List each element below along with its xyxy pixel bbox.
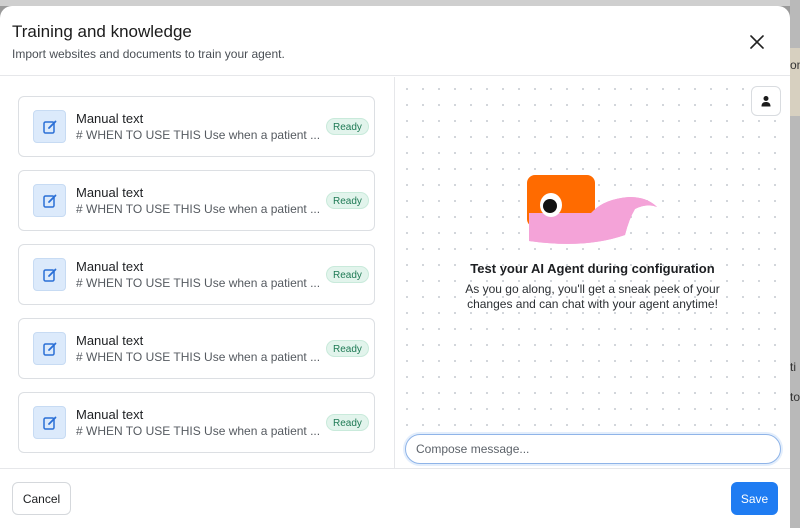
card-title: Manual text: [76, 111, 144, 126]
card-title: Manual text: [76, 333, 144, 348]
edit-icon: [33, 406, 66, 439]
background-text-fragment: ti: [790, 360, 796, 374]
card-description: # WHEN TO USE THIS Use when a patient ..…: [76, 424, 321, 438]
modal-title: Training and knowledge: [12, 22, 192, 41]
knowledge-source-card[interactable]: Manual text # WHEN TO USE THIS Use when …: [18, 96, 375, 157]
knowledge-source-card[interactable]: Manual text # WHEN TO USE THIS Use when …: [18, 392, 375, 453]
card-title: Manual text: [76, 185, 144, 200]
modal-footer: Cancel Save: [0, 468, 790, 528]
preview-description: As you go along, you'll get a sneak peek…: [465, 282, 720, 311]
card-title: Manual text: [76, 407, 144, 422]
status-badge: Ready: [326, 266, 369, 283]
edit-icon: [33, 110, 66, 143]
edit-icon: [33, 258, 66, 291]
close-icon: [750, 35, 764, 49]
mascot-illustration: [527, 175, 657, 244]
card-description: # WHEN TO USE THIS Use when a patient ..…: [76, 276, 321, 290]
agent-preview-pane: Test your AI Agent during configuration …: [395, 77, 790, 469]
status-badge: Ready: [326, 414, 369, 431]
background-app-right: on ti to: [790, 0, 800, 528]
training-knowledge-modal: Training and knowledge Import websites a…: [0, 6, 790, 528]
close-button[interactable]: [745, 30, 769, 54]
card-title: Manual text: [76, 259, 144, 274]
card-description: # WHEN TO USE THIS Use when a patient ..…: [76, 128, 321, 142]
card-description: # WHEN TO USE THIS Use when a patient ..…: [76, 202, 321, 216]
modal-header: Training and knowledge Import websites a…: [0, 6, 790, 76]
edit-icon: [33, 332, 66, 365]
preview-title: Test your AI Agent during configuration: [470, 261, 715, 276]
status-badge: Ready: [326, 192, 369, 209]
card-description: # WHEN TO USE THIS Use when a patient ..…: [76, 350, 321, 364]
knowledge-source-card[interactable]: Manual text # WHEN TO USE THIS Use when …: [18, 318, 375, 379]
status-badge: Ready: [326, 118, 369, 135]
knowledge-source-list: Manual text # WHEN TO USE THIS Use when …: [0, 77, 394, 469]
save-button[interactable]: Save: [731, 482, 778, 515]
compose-message-input[interactable]: [405, 434, 781, 464]
person-icon: [761, 96, 771, 107]
knowledge-source-card[interactable]: Manual text # WHEN TO USE THIS Use when …: [18, 244, 375, 305]
edit-icon: [33, 184, 66, 217]
user-profile-button[interactable]: [751, 86, 781, 116]
knowledge-source-card[interactable]: Manual text # WHEN TO USE THIS Use when …: [18, 170, 375, 231]
cancel-button[interactable]: Cancel: [12, 482, 71, 515]
background-text-fragment: on: [790, 58, 800, 72]
background-text-fragment: to: [790, 390, 800, 404]
status-badge: Ready: [326, 340, 369, 357]
modal-subtitle: Import websites and documents to train y…: [12, 47, 285, 61]
